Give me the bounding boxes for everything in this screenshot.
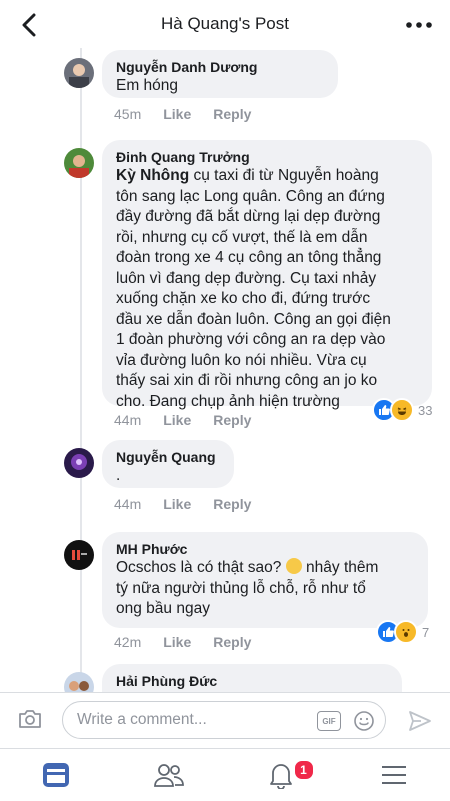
comment-author[interactable]: Hải Phùng Đức <box>116 672 388 690</box>
comment-time: 45m <box>114 106 141 122</box>
more-dots-icon <box>406 22 432 28</box>
chevron-left-icon <box>21 13 37 37</box>
comment-author[interactable]: Nguyễn Quang <box>116 448 220 466</box>
comment-text: Ocschos là có thật sao? nhây thêm tý nữa… <box>116 558 414 620</box>
comment-author[interactable]: Đinh Quang Trưởng <box>116 148 418 166</box>
haha-reaction-icon <box>390 398 414 422</box>
comment-bubble: Nguyễn Danh Dương Em hóng <box>102 50 338 98</box>
bell-icon <box>269 761 293 789</box>
reaction-count: 33 <box>418 403 432 418</box>
bottom-tab-bar: 1 <box>0 748 450 801</box>
reply-button[interactable]: Reply <box>213 496 251 512</box>
comment-input[interactable]: Write a comment... GIF <box>62 701 386 739</box>
comment-time: 42m <box>114 634 141 650</box>
avatar[interactable] <box>64 672 94 692</box>
more-options-button[interactable] <box>402 12 436 38</box>
tab-news-feed[interactable] <box>0 749 113 801</box>
tab-menu[interactable] <box>338 749 450 801</box>
relieved-emoji-icon <box>286 558 302 574</box>
comment-actions: 45m Like Reply <box>114 106 251 122</box>
reply-button[interactable]: Reply <box>213 634 251 650</box>
tab-notifications[interactable]: 1 <box>225 749 338 801</box>
reaction-summary[interactable]: 33 <box>372 398 432 422</box>
camera-button[interactable] <box>18 709 42 734</box>
comment-bubble: Nguyễn Quang . <box>102 440 234 488</box>
comment-bubble: Hải Phùng Đức <box>102 664 402 692</box>
comment-author[interactable]: Nguyễn Danh Dương <box>116 58 324 76</box>
comment-thread: Nguyễn Danh Dương Em hóng 45m Like Reply… <box>0 48 450 692</box>
like-button[interactable]: Like <box>163 106 191 122</box>
reaction-summary[interactable]: 7 <box>376 620 429 644</box>
avatar[interactable] <box>64 58 94 88</box>
post-header: Hà Quang's Post <box>0 0 450 48</box>
comment-time: 44m <box>114 412 141 428</box>
comment-text: Kỳ Nhông cụ taxi đi từ Nguyễn hoàng tôn … <box>116 166 418 412</box>
comment-placeholder: Write a comment... <box>77 711 207 729</box>
menu-icon <box>382 765 406 785</box>
like-button[interactable]: Like <box>163 496 191 512</box>
avatar[interactable] <box>64 148 94 178</box>
back-button[interactable] <box>14 10 44 40</box>
mentioned-user[interactable]: Kỳ Nhông <box>116 167 189 184</box>
send-icon <box>408 710 432 732</box>
comment-text: Em hóng <box>116 76 324 97</box>
page-title: Hà Quang's Post <box>161 14 289 34</box>
avatar[interactable] <box>64 448 94 478</box>
tab-friends[interactable] <box>113 749 226 801</box>
comment-bubble: Đinh Quang Trưởng Kỳ Nhông cụ taxi đi từ… <box>102 140 432 406</box>
friends-icon <box>154 762 184 788</box>
comment-composer: Write a comment... GIF <box>0 692 450 749</box>
send-button[interactable] <box>408 710 432 737</box>
comment-time: 44m <box>114 496 141 512</box>
comment-author[interactable]: MH Phước <box>116 540 414 558</box>
comment-actions: 44m Like Reply <box>114 412 251 428</box>
comment-bubble: MH Phước Ocschos là có thật sao? nhây th… <box>102 532 428 628</box>
notification-badge: 1 <box>293 759 315 781</box>
reply-button[interactable]: Reply <box>213 412 251 428</box>
like-button[interactable]: Like <box>163 412 191 428</box>
wow-reaction-icon <box>394 620 418 644</box>
reaction-count: 7 <box>422 625 429 640</box>
comment-actions: 44m Like Reply <box>114 496 251 512</box>
gif-button[interactable]: GIF <box>317 711 341 731</box>
camera-icon <box>18 709 42 729</box>
like-button[interactable]: Like <box>163 634 191 650</box>
comment-text: . <box>116 466 220 487</box>
thread-guide-line <box>80 48 82 692</box>
sticker-button[interactable] <box>353 710 375 737</box>
news-feed-icon <box>42 762 70 788</box>
smiley-icon <box>353 710 375 732</box>
avatar[interactable] <box>64 540 94 570</box>
comment-actions: 42m Like Reply <box>114 634 251 650</box>
reply-button[interactable]: Reply <box>213 106 251 122</box>
